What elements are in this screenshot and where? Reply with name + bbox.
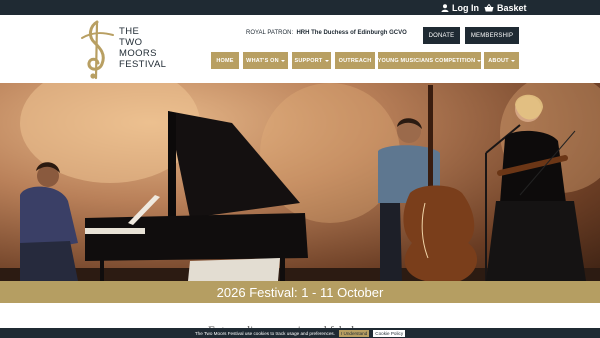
treble-clef-logo-icon [81,20,114,80]
nav-home[interactable]: HOME [211,52,239,69]
patron-label: ROYAL PATRON: [246,30,294,36]
logo-wordmark: THE TWO MOORS FESTIVAL [119,26,166,70]
logo-line-1: THE [119,26,140,37]
site-logo[interactable]: THE TWO MOORS FESTIVAL [80,20,175,80]
nav-support-label: SUPPORT [294,57,323,64]
nav-about-label: ABOUT [488,57,509,64]
patron-name: HRH The Duchess of Edinburgh GCVO [296,30,407,36]
chevron-down-icon [324,59,329,62]
logo-line-3: MOORS [119,48,157,59]
cookie-text: The Two Moors Festival use cookies to tr… [194,330,335,336]
nav-outreach[interactable]: OUTREACH [335,52,375,69]
nav-young-musicians-competition[interactable]: YOUNG MUSICIANS COMPETITION [377,52,482,69]
basket-icon [484,3,494,11]
cookie-bar: The Two Moors Festival use cookies to tr… [0,328,600,338]
logo-line-2: TWO [119,37,143,48]
festival-dates-banner: 2026 Festival: 1 - 11 October [0,281,600,303]
login-label: Log In [452,2,479,13]
user-icon [441,3,449,12]
nav-ymc-label: YOUNG MUSICIANS COMPETITION [377,57,476,64]
login-link[interactable]: Log In [441,1,479,14]
site-header: THE TWO MOORS FESTIVAL ROYAL PATRON: HRH… [0,15,600,83]
cookie-policy-link[interactable]: Cookie Policy [373,329,406,337]
chevron-down-icon [510,59,515,62]
logo-line-4: FESTIVAL [119,59,167,70]
cookie-accept-button[interactable]: I Understand [338,329,370,337]
hero-image [0,83,600,281]
donate-button[interactable]: DONATE [423,27,460,44]
basket-label: Basket [497,2,527,13]
top-utility-bar: Log In Basket [0,0,600,15]
festival-dates-text: 2026 Festival: 1 - 11 October [216,284,384,300]
nav-home-label: HOME [216,57,234,64]
nav-support[interactable]: SUPPORT [292,52,331,69]
chevron-down-icon [477,59,482,62]
nav-whats-on-label: WHAT'S ON [246,57,279,64]
nav-outreach-label: OUTREACH [338,57,372,64]
royal-patron: ROYAL PATRON: HRH The Duchess of Edinbur… [246,30,407,36]
nav-about[interactable]: ABOUT [484,52,519,69]
chevron-down-icon [280,59,285,62]
nav-whats-on[interactable]: WHAT'S ON [243,52,288,69]
basket-link[interactable]: Basket [484,1,527,14]
membership-button[interactable]: MEMBERSHIP [465,27,519,44]
